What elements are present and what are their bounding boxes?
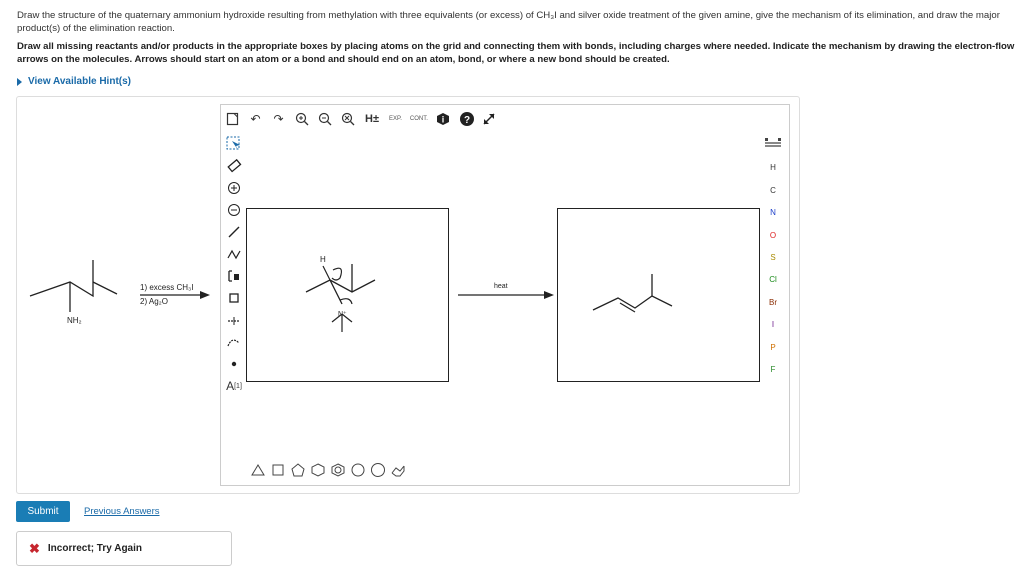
amine-label: NH₂ [67, 316, 82, 325]
curved-arrow-tool-icon[interactable] [224, 331, 244, 353]
reaction-arrow-2 [458, 291, 554, 299]
hint-label: View Available Hint(s) [28, 76, 131, 87]
feedback-box: ✖ Incorrect; Try Again [16, 531, 232, 566]
quaternary-ammonium-structure [305, 264, 376, 332]
heat-label: heat [494, 283, 508, 290]
contract-button[interactable]: CONT. [410, 116, 428, 122]
left-toolbar: A [1] [224, 133, 244, 397]
element-c[interactable]: C [762, 180, 784, 202]
editor-toolbar: ↶ ↷ H± EXP. CONT. i ? [225, 108, 497, 130]
redo-icon[interactable]: ↷ [271, 112, 286, 127]
hydrogen-label: H [320, 255, 326, 264]
svg-text:i: i [442, 115, 445, 125]
element-n[interactable]: N [762, 202, 784, 224]
reaction-arrow-tool-icon[interactable] [224, 309, 244, 331]
atom-tool-letter: A [226, 379, 235, 393]
element-br[interactable]: Br [762, 292, 784, 314]
eraser-icon[interactable] [224, 155, 244, 177]
periodic-table-icon[interactable] [762, 135, 784, 157]
element-cl[interactable]: Cl [762, 269, 784, 291]
chair-template-icon[interactable] [390, 462, 406, 478]
alkene-product-structure [592, 274, 673, 313]
new-document-icon[interactable] [225, 112, 240, 127]
cycloheptane-template-icon[interactable] [350, 462, 366, 478]
cyclobutane-template-icon[interactable] [270, 462, 286, 478]
previous-answers-link[interactable]: Previous Answers [84, 506, 160, 517]
cyclooctane-template-icon[interactable] [370, 462, 386, 478]
starting-amine-structure [29, 260, 118, 312]
element-i[interactable]: I [762, 314, 784, 336]
incorrect-icon: ✖ [29, 540, 40, 556]
feedback-text: Incorrect; Try Again [47, 543, 143, 554]
element-o[interactable]: O [762, 225, 784, 247]
zoom-in-icon[interactable] [294, 112, 309, 127]
view-hints-link[interactable]: View Available Hint(s) [17, 76, 131, 87]
element-palette: H C N O S Cl Br I P F [762, 135, 784, 381]
positive-charge-icon[interactable] [224, 177, 244, 199]
negative-charge-icon[interactable] [224, 199, 244, 221]
undo-icon[interactable]: ↶ [248, 112, 263, 127]
cyclohexane-template-icon[interactable] [310, 462, 326, 478]
element-h[interactable]: H [762, 157, 784, 179]
info-icon[interactable]: i [436, 112, 451, 127]
atom-label-tool[interactable]: A [1] [224, 375, 244, 397]
cyclopropane-template-icon[interactable] [250, 462, 266, 478]
svg-text:?: ? [464, 115, 470, 126]
atom-tool-index: [1] [234, 382, 242, 390]
expand-button[interactable]: EXP. [389, 116, 402, 122]
element-s[interactable]: S [762, 247, 784, 269]
hydrogen-toggle-icon[interactable]: H± [363, 112, 381, 127]
nitrogen-cation-label: N⁺ [338, 311, 347, 318]
select-tool-icon[interactable] [224, 133, 244, 155]
cyclopentane-template-icon[interactable] [290, 462, 306, 478]
reaction-arrow-1 [140, 291, 210, 299]
chain-tool-icon[interactable] [224, 243, 244, 265]
instructions-text: Draw all missing reactants and/or produc… [17, 41, 1015, 65]
expand-triangle-icon [17, 77, 22, 86]
ring-templates [250, 462, 406, 478]
element-f[interactable]: F [762, 359, 784, 381]
submit-button[interactable]: Submit [16, 501, 70, 522]
electron-dot-tool-icon[interactable] [224, 353, 244, 375]
rectangle-tool-icon[interactable] [224, 287, 244, 309]
zoom-reset-icon[interactable] [340, 112, 355, 127]
help-icon[interactable]: ? [459, 112, 474, 127]
template-tool-icon[interactable] [224, 265, 244, 287]
zoom-out-icon[interactable] [317, 112, 332, 127]
fullscreen-icon[interactable] [482, 112, 497, 127]
question-text: Draw the structure of the quaternary amm… [17, 10, 1000, 34]
single-bond-icon[interactable] [224, 221, 244, 243]
element-p[interactable]: P [762, 337, 784, 359]
benzene-template-icon[interactable] [330, 462, 346, 478]
